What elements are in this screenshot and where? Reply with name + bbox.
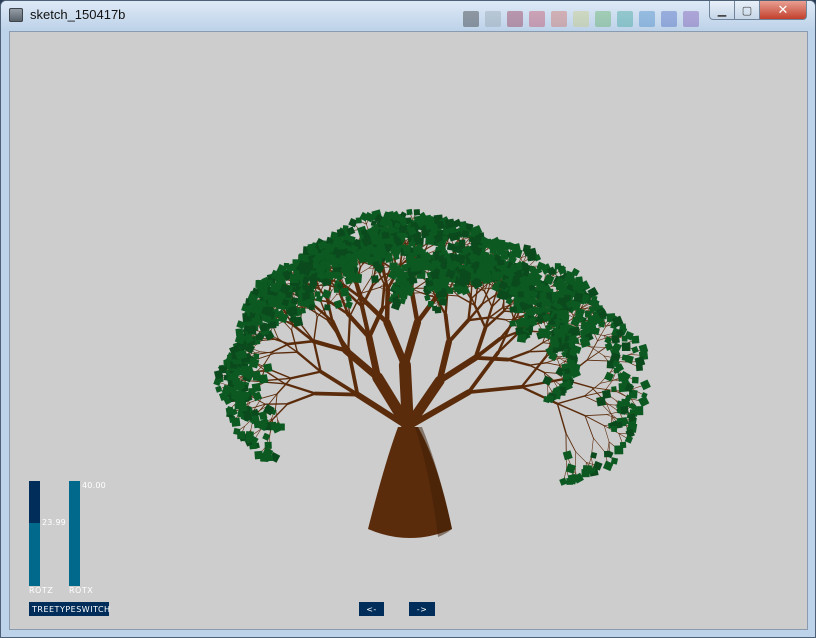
palette-swatch [551, 11, 567, 27]
close-icon: ✕ [777, 2, 789, 18]
palette-swatch [617, 11, 633, 27]
background-color-palette [463, 11, 699, 29]
minimize-button[interactable]: ▁ [709, 1, 735, 20]
palette-swatch [485, 11, 501, 27]
right-arrow-icon: -> [416, 604, 428, 614]
palette-swatch [573, 11, 589, 27]
palette-swatch [661, 11, 677, 27]
close-button[interactable]: ✕ [759, 1, 807, 20]
sketch-window: sketch_150417b ▁ ▢ ✕ 23.99 ROTZ 40.00 RO… [0, 0, 816, 638]
rotz-label: ROTZ [29, 586, 54, 595]
previous-button[interactable]: <- [359, 602, 384, 616]
palette-swatch [529, 11, 545, 27]
window-title: sketch_150417b [30, 7, 126, 22]
next-button[interactable]: -> [409, 602, 435, 616]
palette-swatch [507, 11, 523, 27]
tree-branches [217, 211, 646, 482]
tree-trunk [368, 427, 452, 538]
rotz-slider[interactable] [29, 481, 40, 586]
rotz-slider-fill [29, 523, 40, 586]
app-icon [9, 8, 23, 22]
tree-leaves [213, 208, 651, 486]
maximize-button[interactable]: ▢ [734, 1, 760, 20]
palette-swatch [639, 11, 655, 27]
rotz-value: 23.99 [42, 518, 66, 527]
rotx-slider-fill [69, 481, 80, 586]
rotx-value: 40.00 [82, 481, 106, 490]
palette-swatch [595, 11, 611, 27]
fractal-tree [213, 208, 651, 538]
palette-swatch [463, 11, 479, 27]
left-arrow-icon: <- [366, 604, 377, 614]
sketch-canvas[interactable]: 23.99 ROTZ 40.00 ROTX TREETYPESWITCH <- … [9, 31, 808, 630]
title-bar[interactable]: sketch_150417b ▁ ▢ ✕ [1, 1, 815, 29]
maximize-icon: ▢ [741, 3, 753, 17]
treetypeswitch-button[interactable]: TREETYPESWITCH [29, 602, 111, 616]
rotx-label: ROTX [69, 586, 94, 595]
rotx-slider[interactable] [69, 481, 80, 586]
minimize-icon: ▁ [717, 3, 727, 17]
treetypeswitch-label: TREETYPESWITCH [32, 604, 111, 614]
palette-swatch [683, 11, 699, 27]
